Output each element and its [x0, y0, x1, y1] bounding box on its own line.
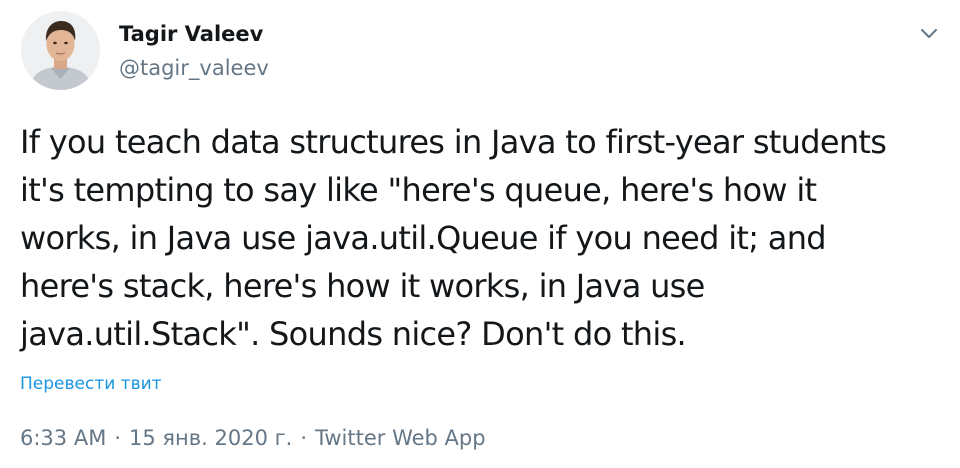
tweet-metadata: 6:33 AM · 15 янв. 2020 г. · Twitter Web App	[20, 424, 486, 452]
avatar[interactable]	[21, 11, 100, 90]
chevron-down-icon[interactable]	[914, 18, 944, 48]
tweet-source[interactable]: Twitter Web App	[315, 426, 486, 450]
tweet-text-line: java.util.Stack". Sounds nice? Don't do …	[20, 315, 687, 353]
tweet-date[interactable]: 15 янв. 2020 г.	[129, 426, 292, 450]
author-name[interactable]: Tagir Valeev	[119, 20, 263, 48]
translate-tweet-link[interactable]: Перевести твит	[20, 372, 162, 396]
tweet-text-line: If you teach data structures in Java to …	[20, 123, 887, 161]
tweet-text-line: works, in Java use java.util.Queue if yo…	[20, 219, 827, 257]
tweet-text-line: it's tempting to say like "here's queue,…	[20, 171, 817, 209]
tweet-text-line: here's stack, here's how it works, in Ja…	[20, 267, 705, 305]
author-handle[interactable]: @tagir_valeev	[119, 54, 269, 82]
meta-separator: ·	[114, 426, 122, 450]
tweet-card: Tagir Valeev @tagir_valeev If you teach …	[0, 0, 960, 468]
tweet-text: If you teach data structures in Java to …	[20, 118, 950, 358]
tweet-time[interactable]: 6:33 AM	[20, 426, 106, 450]
avatar-photo	[21, 11, 100, 90]
meta-separator: ·	[300, 426, 308, 450]
